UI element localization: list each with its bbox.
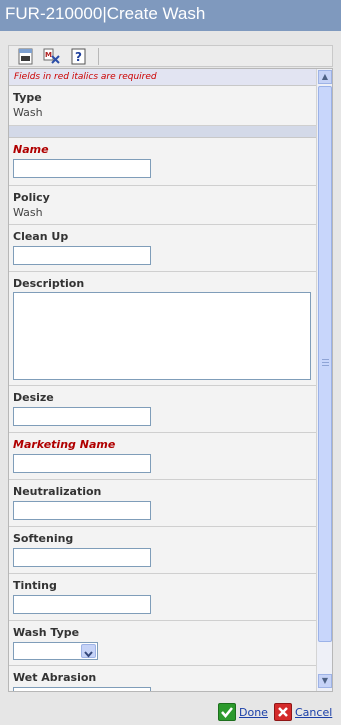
desize-label: Desize [13,391,54,404]
clean-up-field: Clean Up [9,225,316,272]
desize-input[interactable] [13,407,151,426]
clean-up-input[interactable] [13,246,151,265]
vertical-scrollbar[interactable]: ▲ ▼ [316,69,332,691]
neutralization-label: Neutralization [13,485,102,498]
policy-label: Policy [13,191,50,204]
description-label: Description [13,277,85,290]
scroll-up-icon[interactable]: ▲ [318,70,332,84]
softening-label: Softening [13,532,74,545]
neutralization-input[interactable] [13,501,151,520]
svg-text:M: M [45,51,52,59]
type-value: Wash [13,106,43,119]
type-label: Type [13,91,42,104]
check-icon [218,703,236,721]
toolbar-separator [98,48,99,65]
wet-abrasion-input[interactable] [13,687,151,691]
description-textarea[interactable] [13,292,311,380]
form-panel: Fields in red italics are required Type … [8,68,333,692]
toolbar: M ? [8,45,333,67]
scroll-grip [322,359,329,360]
name-field: Name [9,138,316,186]
wash-type-select[interactable] [13,642,98,660]
softening-input[interactable] [13,548,151,567]
help-icon[interactable]: ? [70,48,88,65]
type-field: Type Wash [9,86,316,126]
cancel-label[interactable]: Cancel [295,706,332,719]
chevron-down-icon[interactable] [81,644,96,658]
marketing-name-input[interactable] [13,454,151,473]
form-content: Fields in red italics are required Type … [9,69,316,691]
clear-fields-icon[interactable]: M [43,48,61,65]
scroll-grip [322,362,329,363]
cancel-button[interactable]: Cancel [274,703,336,721]
marketing-name-field: Marketing Name [9,433,316,480]
tinting-input[interactable] [13,595,151,614]
scroll-thumb[interactable] [318,86,332,642]
softening-field: Softening [9,527,316,574]
marketing-name-label: Marketing Name [13,438,116,451]
done-button[interactable]: Done [218,703,270,721]
wet-abrasion-label: Wet Abrasion [13,671,97,684]
name-input[interactable] [13,159,151,178]
svg-text:?: ? [75,50,82,64]
url-icon[interactable] [17,48,35,65]
wet-abrasion-field: Wet Abrasion [9,666,316,691]
tinting-label: Tinting [13,579,57,592]
clean-up-label: Clean Up [13,230,69,243]
policy-value: Wash [13,206,43,219]
tinting-field: Tinting [9,574,316,621]
desize-field: Desize [9,386,316,433]
scroll-down-icon[interactable]: ▼ [318,674,332,688]
close-icon [274,703,292,721]
window-title: FUR-210000|Create Wash [0,0,341,31]
wash-type-label: Wash Type [13,626,80,639]
wash-type-field: Wash Type [9,621,316,666]
done-label[interactable]: Done [239,706,268,719]
section-separator [9,126,316,138]
neutralization-field: Neutralization [9,480,316,527]
description-field: Description [9,272,316,386]
policy-field: Policy Wash [9,186,316,225]
required-note: Fields in red italics are required [9,69,316,86]
name-label: Name [13,143,49,156]
scroll-grip [322,365,329,366]
